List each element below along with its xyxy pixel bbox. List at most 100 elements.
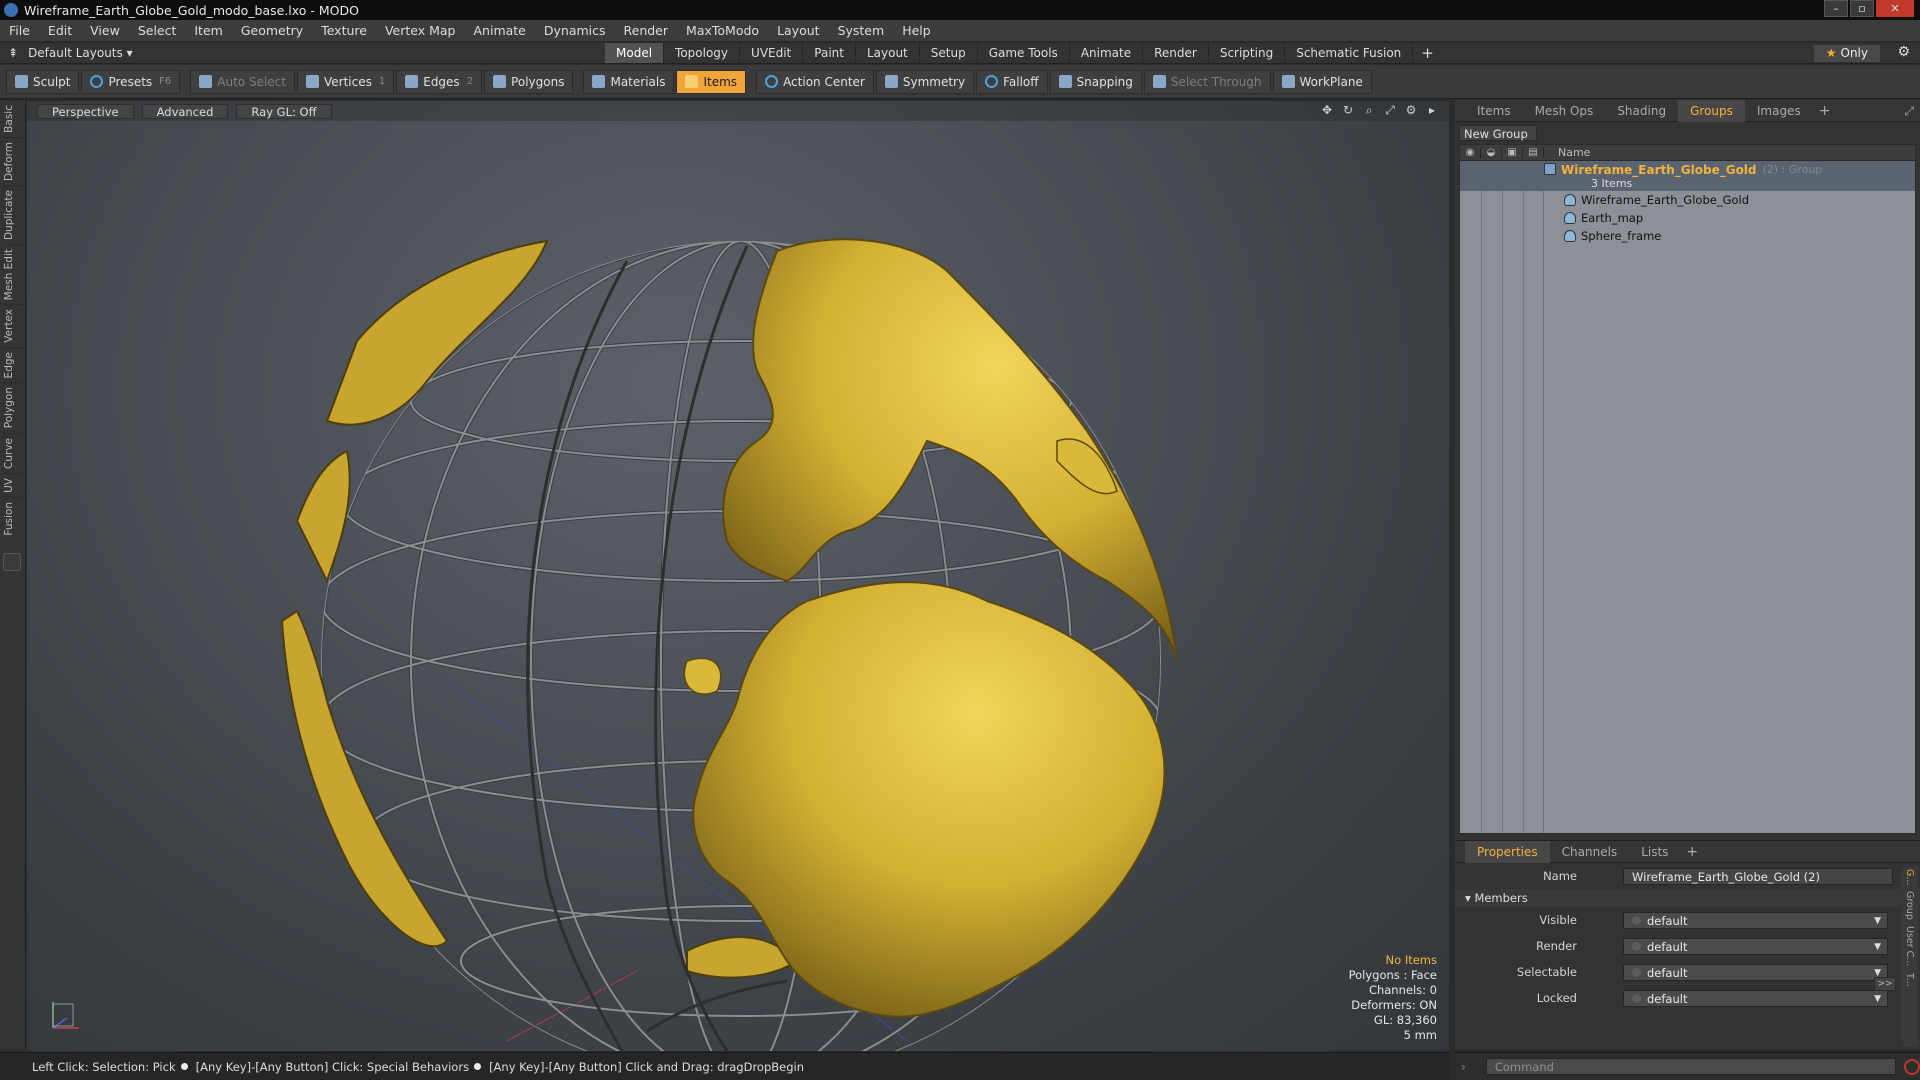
group-row[interactable]: Wireframe_Earth_Globe_Gold (2) : Group 3… — [1460, 161, 1915, 191]
expand-properties-button[interactable]: >> — [1874, 977, 1896, 991]
tab-game-tools[interactable]: Game Tools — [978, 43, 1070, 63]
edges-button[interactable]: Edges 2 — [396, 69, 483, 94]
tool-tab-toggle[interactable] — [3, 553, 21, 572]
name-field[interactable]: Wireframe_Earth_Globe_Gold (2) — [1623, 867, 1893, 885]
menu-geometry[interactable]: Geometry — [232, 20, 312, 42]
tree-item-row[interactable]: Sphere_frame — [1460, 227, 1915, 245]
menu-view[interactable]: View — [81, 20, 129, 42]
side-tab-t[interactable]: T... — [1904, 973, 1915, 987]
maximize-button[interactable]: ▫ — [1850, 0, 1874, 17]
tool-tab-deform[interactable]: Deform — [3, 136, 23, 185]
add-panel-tab-button[interactable]: + — [1813, 103, 1837, 119]
name-column-header[interactable]: Name — [1544, 146, 1590, 159]
tool-tab-fusion[interactable]: Fusion — [3, 496, 23, 540]
tree-item-row[interactable]: Wireframe_Earth_Globe_Gold — [1460, 191, 1915, 209]
tab-topology[interactable]: Topology — [664, 43, 741, 63]
menu-layout[interactable]: Layout — [768, 20, 829, 42]
advanced-button[interactable]: Advanced — [141, 103, 229, 119]
side-tab-g[interactable]: G... — [1904, 869, 1915, 885]
tool-tab-uv[interactable]: UV — [3, 472, 23, 497]
menu-texture[interactable]: Texture — [312, 20, 376, 42]
zoom-view-icon[interactable]: ⌕ — [1362, 103, 1376, 117]
render-column-icon[interactable]: ◒ — [1481, 147, 1502, 158]
snapping-button[interactable]: Snapping — [1049, 69, 1142, 94]
visibility-column-icon[interactable]: ◉ — [1460, 147, 1481, 158]
menu-dynamics[interactable]: Dynamics — [535, 20, 615, 42]
menu-vertex-map[interactable]: Vertex Map — [376, 20, 465, 42]
tab-mesh-ops[interactable]: Mesh Ops — [1523, 100, 1606, 122]
materials-button[interactable]: Materials — [583, 69, 675, 94]
tool-tab-mesh-edit[interactable]: Mesh Edit — [3, 243, 23, 305]
tab-images[interactable]: Images — [1745, 100, 1813, 122]
menu-maxtomodo[interactable]: MaxToModo — [677, 20, 768, 42]
workplane-button[interactable]: WorkPlane — [1272, 69, 1372, 94]
tab-shading[interactable]: Shading — [1605, 100, 1678, 122]
tool-tab-basic[interactable]: Basic — [3, 100, 23, 137]
side-tab-group[interactable]: Group — [1904, 891, 1915, 920]
auto-select-button[interactable]: Auto Select — [190, 69, 295, 94]
menu-file[interactable]: File — [0, 20, 39, 42]
render-dropdown[interactable]: default ▼ — [1623, 937, 1888, 955]
move-view-icon[interactable]: ✥ — [1320, 103, 1334, 117]
tool-tab-edge[interactable]: Edge — [3, 346, 23, 383]
tool-tab-vertex[interactable]: Vertex — [3, 304, 23, 347]
command-input[interactable]: Command — [1485, 1058, 1896, 1075]
menu-animate[interactable]: Animate — [465, 20, 535, 42]
tool-tab-polygon[interactable]: Polygon — [3, 382, 23, 433]
tab-model[interactable]: Model — [605, 43, 665, 63]
locked-dropdown[interactable]: default ▼ — [1623, 989, 1888, 1007]
menu-help[interactable]: Help — [893, 20, 940, 42]
layouts-dropdown[interactable]: ⇞ Default Layouts ▾ — [0, 46, 133, 60]
menu-select[interactable]: Select — [129, 20, 186, 42]
vertices-button[interactable]: Vertices 1 — [296, 69, 395, 94]
rotate-view-icon[interactable]: ↻ — [1341, 103, 1355, 117]
tab-setup[interactable]: Setup — [920, 43, 978, 63]
tab-scripting[interactable]: Scripting — [1209, 43, 1286, 63]
gear-icon[interactable]: ⚙ — [1897, 44, 1910, 60]
add-properties-tab-button[interactable]: + — [1680, 844, 1704, 860]
viewport-expand-icon[interactable]: ▸ — [1425, 103, 1439, 117]
visible-dropdown[interactable]: default ▼ — [1623, 911, 1888, 929]
tool-tab-duplicate[interactable]: Duplicate — [3, 184, 23, 244]
tab-schematic-fusion[interactable]: Schematic Fusion — [1285, 43, 1414, 63]
polygons-button[interactable]: Polygons — [484, 69, 574, 94]
command-history-icon[interactable] — [1903, 1058, 1920, 1075]
tab-items[interactable]: Items — [1465, 100, 1523, 122]
tab-uvedit[interactable]: UVEdit — [740, 43, 804, 63]
tab-properties[interactable]: Properties — [1465, 840, 1550, 863]
viewport-settings-icon[interactable]: ⚙ — [1404, 103, 1418, 117]
tab-groups[interactable]: Groups — [1678, 99, 1745, 122]
tab-layout[interactable]: Layout — [856, 43, 920, 63]
close-button[interactable]: ✕ — [1876, 0, 1914, 17]
tool-tab-curve[interactable]: Curve — [3, 432, 23, 473]
action-center-button[interactable]: Action Center — [756, 69, 874, 94]
lock-column-icon[interactable]: ▣ — [1502, 147, 1523, 158]
symmetry-button[interactable]: Symmetry — [875, 69, 975, 94]
tree-item-row[interactable]: Earth_map — [1460, 209, 1915, 227]
menu-system[interactable]: System — [829, 20, 894, 42]
panel-expand-icon[interactable]: ⤢ — [1904, 104, 1914, 119]
select-column-icon[interactable]: ▤ — [1523, 147, 1544, 158]
items-button[interactable]: Items — [676, 69, 747, 94]
tab-lists[interactable]: Lists — [1629, 841, 1680, 863]
menu-item[interactable]: Item — [185, 20, 231, 42]
members-section[interactable]: ▾ Members — [1455, 889, 1920, 907]
fit-view-icon[interactable]: ⤢ — [1383, 103, 1397, 117]
select-through-button[interactable]: Select Through — [1143, 69, 1271, 94]
menu-render[interactable]: Render — [615, 20, 678, 42]
raygl-button[interactable]: Ray GL: Off — [236, 103, 332, 119]
tab-paint[interactable]: Paint — [803, 43, 856, 63]
side-tab-user-channels[interactable]: User C... — [1904, 926, 1915, 966]
tab-channels[interactable]: Channels — [1550, 841, 1630, 863]
falloff-button[interactable]: Falloff — [976, 69, 1048, 94]
selectable-dropdown[interactable]: default ▼ — [1623, 963, 1888, 981]
tab-render[interactable]: Render — [1143, 43, 1209, 63]
minimize-button[interactable]: – — [1824, 0, 1848, 17]
perspective-button[interactable]: Perspective — [37, 103, 134, 119]
tab-animate[interactable]: Animate — [1070, 43, 1144, 63]
menu-edit[interactable]: Edit — [39, 20, 81, 42]
3d-viewport[interactable]: Perspective Advanced Ray GL: Off ✥ ↻ ⌕ ⤢… — [27, 101, 1449, 1051]
only-toggle[interactable]: ★ Only — [1813, 45, 1880, 62]
new-group-button[interactable]: New Group — [1459, 125, 1537, 141]
add-tab-button[interactable]: + — [1413, 43, 1442, 63]
